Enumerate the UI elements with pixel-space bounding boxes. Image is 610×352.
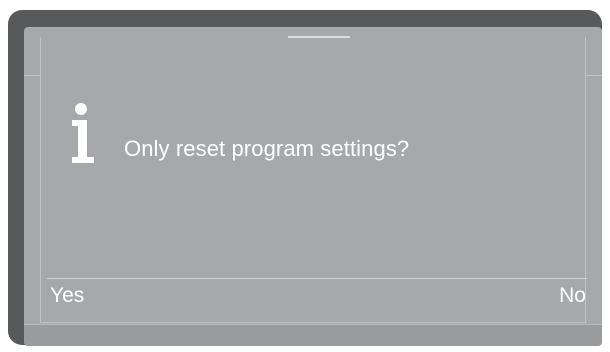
panel-outline: [40, 37, 586, 323]
right-tick: [586, 75, 602, 76]
top-indicator: [288, 36, 350, 38]
yes-button[interactable]: Yes: [48, 284, 86, 308]
device-bezel: Only reset program settings? Yes No: [8, 10, 602, 346]
softkey-divider: [47, 278, 587, 279]
bottom-strip: [24, 324, 602, 346]
dialog-message: Only reset program settings?: [124, 136, 410, 161]
left-tick: [24, 75, 40, 76]
display-screen: Only reset program settings? Yes No: [24, 27, 602, 346]
no-button[interactable]: No: [557, 284, 588, 308]
info-icon: [68, 103, 98, 163]
